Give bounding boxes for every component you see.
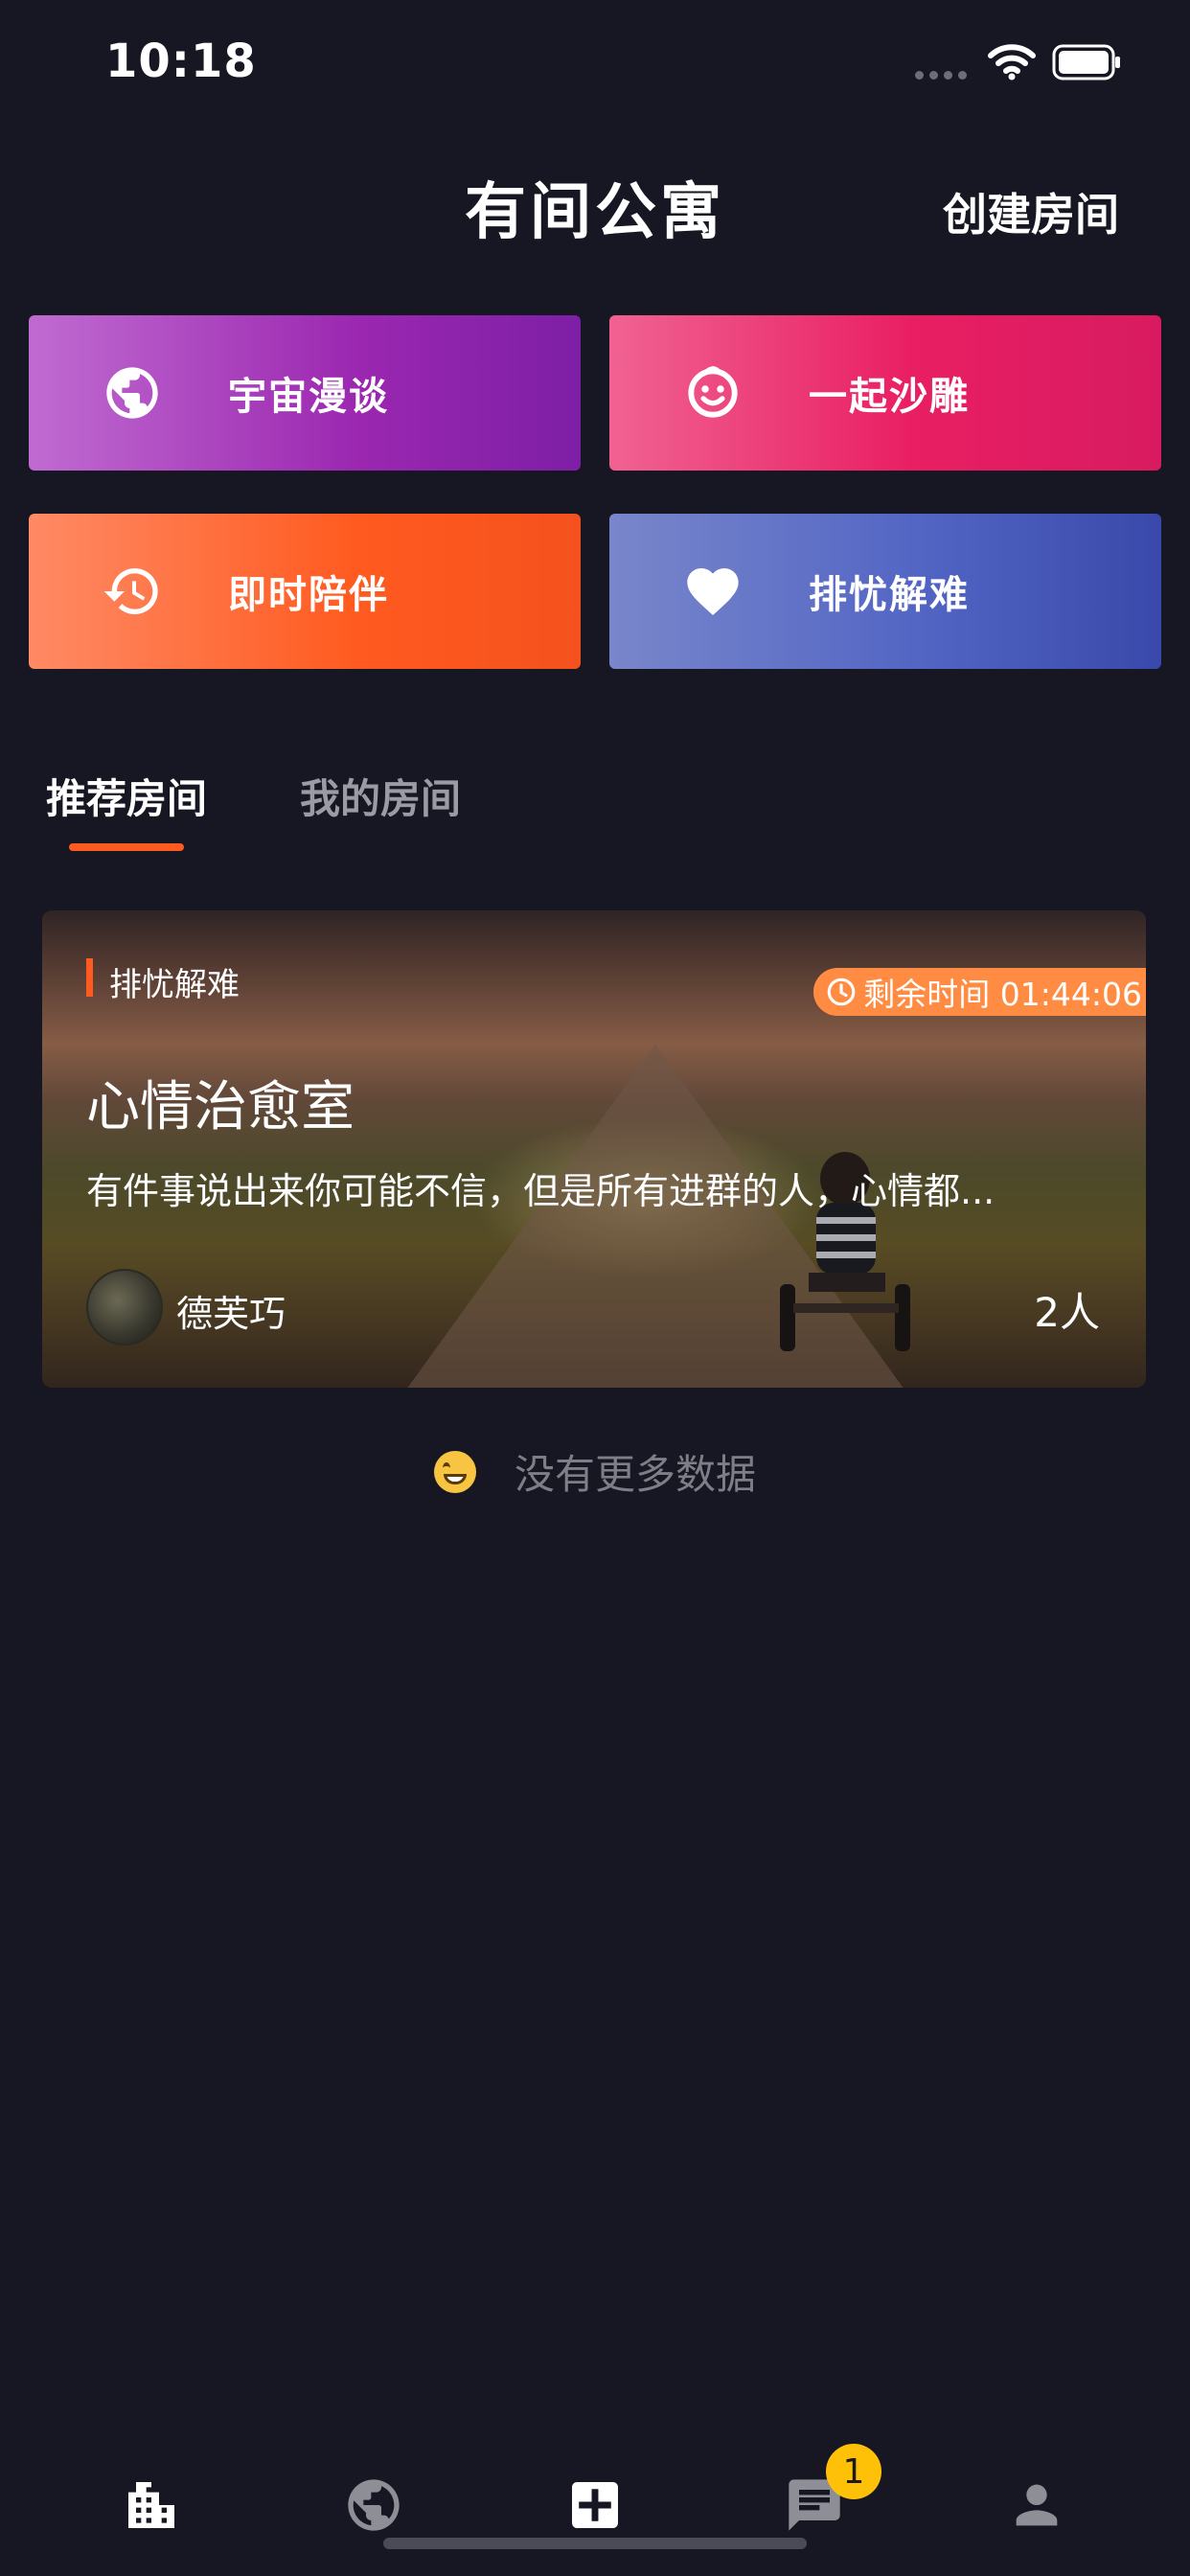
category-card-instant-company[interactable]: 即时陪伴 <box>29 514 581 669</box>
room-description: 有件事说出来你可能不信，但是所有进群的人，心情都... <box>86 1170 995 1212</box>
home-indicator <box>383 2538 807 2549</box>
active-tab-indicator <box>69 843 184 851</box>
battery-icon <box>1052 44 1120 80</box>
create-room-button[interactable]: 创建房间 <box>943 180 1119 243</box>
remaining-time-badge: 剩余时间 01:44:06 <box>813 968 1146 1016</box>
clock-icon <box>827 978 856 1006</box>
globe-icon <box>106 367 158 419</box>
no-more-data-text: 没有更多数据 <box>514 1451 756 1498</box>
tab-my-rooms[interactable]: 我的房间 <box>300 767 461 825</box>
category-card-universe-talk[interactable]: 宇宙漫谈 <box>29 315 581 471</box>
heart-icon <box>687 568 739 615</box>
owner-avatar <box>86 1269 163 1346</box>
tab-recommended-rooms[interactable]: 推荐房间 <box>46 767 207 825</box>
category-card-funny-together[interactable]: 一起沙雕 <box>609 315 1161 471</box>
building-icon[interactable] <box>121 2474 182 2536</box>
category-label: 宇宙漫谈 <box>228 375 389 419</box>
plus-square-icon[interactable] <box>564 2474 626 2536</box>
owner-name: 德芙巧 <box>176 1293 286 1335</box>
category-label: 一起沙雕 <box>809 375 970 419</box>
smiley-face-icon <box>688 366 738 418</box>
grinning-face-icon <box>433 1450 476 1493</box>
person-icon[interactable] <box>1006 2474 1067 2536</box>
category-label: 即时陪伴 <box>228 573 389 617</box>
member-count: 2人 <box>1034 1289 1100 1336</box>
category-card-solve-worries[interactable]: 排忧解难 <box>609 514 1161 669</box>
category-label: 排忧解难 <box>809 573 970 617</box>
room-card[interactable]: 排忧解难 剩余时间 01:44:06 心情治愈室 有件事说出来你可能不信，但是所… <box>42 910 1146 1388</box>
globe-icon[interactable] <box>343 2474 404 2536</box>
history-icon <box>103 568 158 614</box>
status-time: 10:18 <box>105 34 257 88</box>
wifi-icon <box>988 44 1036 80</box>
room-category-tag: 排忧解难 <box>109 966 240 1004</box>
room-title: 心情治愈室 <box>86 1076 355 1138</box>
cellular-signal-icon <box>915 71 967 80</box>
room-tag-marker <box>86 958 93 997</box>
list-end-message: 没有更多数据 <box>0 1442 1190 1501</box>
unread-badge: 1 <box>826 2444 881 2499</box>
remaining-time-text: 剩余时间 01:44:06 <box>863 976 1142 1013</box>
